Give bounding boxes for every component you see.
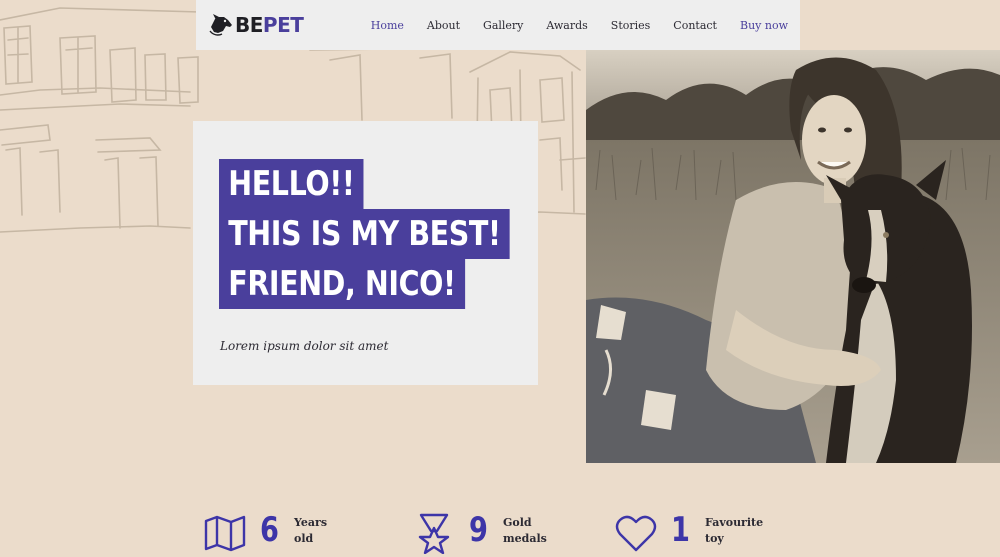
headline-line-2: THIS IS MY BEST! [219,209,510,259]
top-navbar: BEPET Home About Gallery Awards Stories … [196,0,800,50]
stats-row: 6 Years old 9 Gold medals 1 Favourite to… [0,500,1000,557]
nav-about[interactable]: About [427,19,460,32]
hero-headline: HELLO!! THIS IS MY BEST! FRIEND, NICO! [219,159,565,309]
stat-label-line1: Favourite [705,516,764,529]
stat-label-line1: Years [294,516,328,529]
headline-line-1: HELLO!! [219,159,364,209]
nav-home[interactable]: Home [371,19,404,32]
nav-links: Home About Gallery Awards Stories Contac… [348,19,788,32]
stat-label-line2: medals [503,532,547,545]
woman-with-dog-photo [586,50,1000,463]
nav-buy-now[interactable]: Buy now [740,19,788,32]
brand-name: BEPET [235,13,304,37]
dog-head-logo-icon [209,14,232,36]
stat-label: Years old [294,515,364,547]
hero-card: HELLO!! THIS IS MY BEST! FRIEND, NICO! L… [193,121,538,385]
stat-number: 6 [260,510,279,550]
brand-logo[interactable]: BEPET [208,13,304,37]
brand-name-part2: PET [262,13,304,37]
nav-stories[interactable]: Stories [611,19,651,32]
map-icon [204,515,246,552]
hero-subtitle: Lorem ipsum dolor sit amet [220,339,389,353]
nav-gallery[interactable]: Gallery [483,19,523,32]
stat-label-line2: old [294,532,314,545]
heart-icon [615,515,657,552]
stat-label-line1: Gold [503,516,532,529]
nav-awards[interactable]: Awards [546,19,587,32]
headline-line-3: FRIEND, NICO! [219,259,465,309]
stat-label-line2: toy [705,532,724,545]
stat-label: Gold medals [503,515,573,547]
stat-medals: 9 Gold medals [413,500,573,557]
stat-toy: 1 Favourite toy [615,500,775,557]
brand-name-part1: BE [235,13,263,37]
stat-label: Favourite toy [705,515,775,547]
stat-years: 6 Years old [204,500,364,557]
stat-number: 1 [671,510,690,550]
stat-number: 9 [469,510,488,550]
nav-contact[interactable]: Contact [673,19,717,32]
medal-icon [418,513,450,554]
